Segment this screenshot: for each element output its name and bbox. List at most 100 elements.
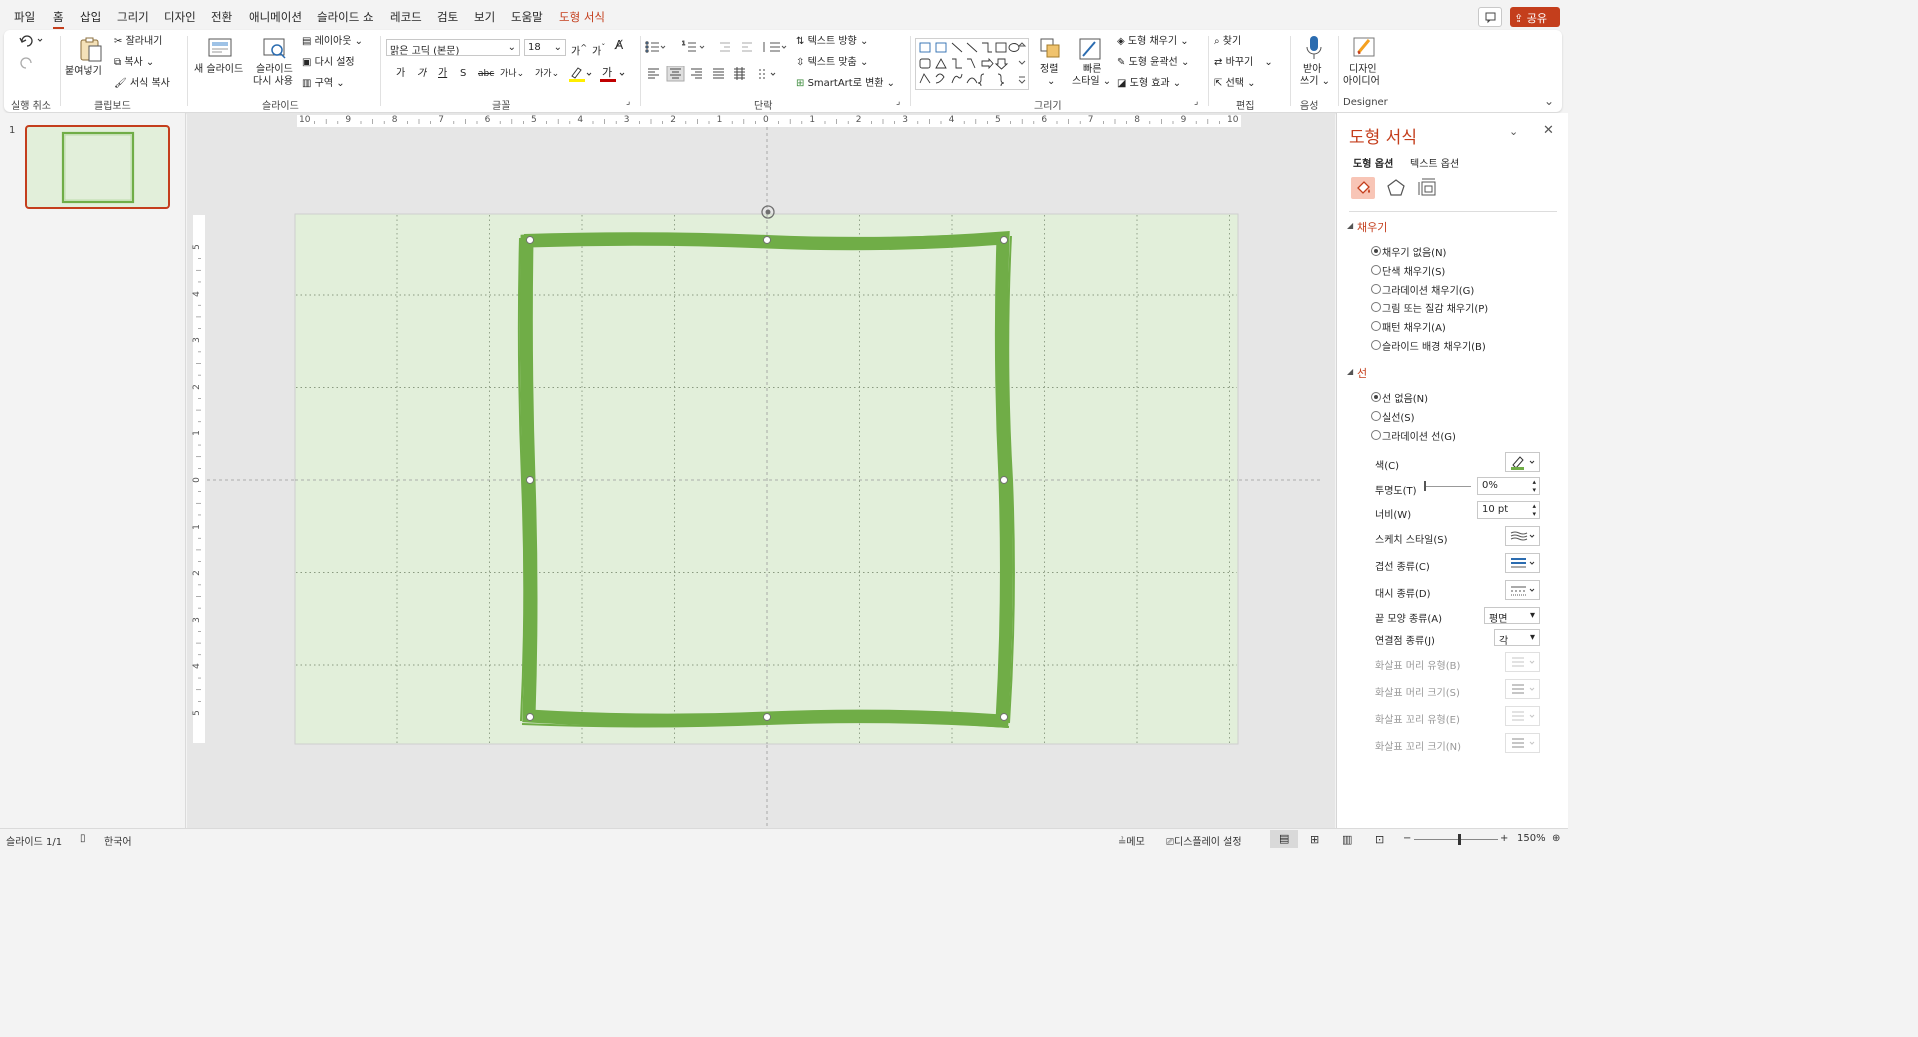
- slide-sorter-icon[interactable]: ⊞: [1310, 833, 1319, 846]
- slideshow-icon[interactable]: ⊡: [1375, 833, 1384, 846]
- shape-fill-button[interactable]: ◈ 도형 채우기 ⌄: [1117, 36, 1189, 48]
- char-spacing-button[interactable]: 가나⌄: [500, 68, 524, 80]
- dash-type-picker[interactable]: [1505, 580, 1540, 600]
- font-size-select[interactable]: 18 ⌄: [524, 39, 566, 56]
- italic-button[interactable]: 가: [417, 68, 426, 80]
- layout-button[interactable]: ▤ 레이아웃 ⌄: [302, 36, 363, 48]
- radio-label[interactable]: 선 없음(N): [1382, 390, 1428, 405]
- radio-button[interactable]: [1371, 392, 1381, 402]
- menu-insert[interactable]: 삽입: [80, 9, 101, 25]
- radio-button[interactable]: [1371, 302, 1381, 313]
- select-button[interactable]: ⇱ 선택 ⌄: [1214, 78, 1256, 90]
- spinner-icon[interactable]: ▴ ▾: [1532, 502, 1536, 518]
- radio-label[interactable]: 그라데이션 채우기(G): [1382, 282, 1474, 297]
- join-type-select[interactable]: 각 ▾: [1494, 629, 1540, 647]
- dialog-launcher-icon[interactable]: ⌟: [626, 97, 630, 107]
- menu-slideshow[interactable]: 슬라이드 쇼: [317, 9, 374, 25]
- shrink-font-button[interactable]: 가ˇ: [592, 41, 605, 58]
- zoom-level[interactable]: 150%: [1517, 833, 1546, 844]
- zoom-out-button[interactable]: −: [1403, 833, 1411, 844]
- replace-button[interactable]: ⇄ 바꾸기 ⌄: [1214, 57, 1273, 69]
- quick-styles-button[interactable]: 빠른 스타일 ⌄: [1072, 36, 1112, 94]
- radio-label[interactable]: 채우기 없음(N): [1382, 244, 1446, 259]
- shape-outline-button[interactable]: ✎ 도형 윤곽선 ⌄: [1117, 57, 1189, 69]
- menu-transitions[interactable]: 전환: [211, 9, 232, 25]
- radio-button[interactable]: [1371, 321, 1381, 332]
- copy-button[interactable]: ⧉ 복사 ⌄: [114, 57, 154, 69]
- menu-help[interactable]: 도움말: [511, 9, 543, 25]
- bold-button[interactable]: 가: [396, 68, 405, 80]
- radio-button[interactable]: [1371, 340, 1381, 350]
- change-case-button[interactable]: 가가⌄: [535, 68, 559, 80]
- reuse-slides-button[interactable]: 슬라이드 다시 사용: [252, 36, 298, 92]
- collapse-triangle-icon[interactable]: ◢: [1347, 367, 1353, 376]
- normal-view-button[interactable]: ▤: [1270, 830, 1298, 848]
- font-name-select[interactable]: 맑은 고딕 (본문) ⌄: [386, 39, 520, 57]
- spinner-icon[interactable]: ▴ ▾: [1532, 478, 1536, 494]
- end-arrow-type-picker[interactable]: [1505, 706, 1540, 726]
- cap-type-select[interactable]: 평면 ▾: [1484, 607, 1540, 625]
- display-settings-button[interactable]: ⎚디스플레이 설정: [1166, 833, 1242, 848]
- radio-label[interactable]: 실선(S): [1382, 409, 1415, 424]
- shapes-gallery[interactable]: [915, 38, 1029, 90]
- radio-label[interactable]: 슬라이드 배경 채우기(B): [1382, 338, 1486, 353]
- radio-button[interactable]: [1371, 429, 1381, 440]
- designer-button[interactable]: 디자인 아이디어: [1342, 34, 1388, 94]
- font-color-button[interactable]: 가: [598, 65, 626, 86]
- fill-line-tab[interactable]: [1351, 177, 1375, 199]
- compound-type-picker[interactable]: [1505, 553, 1540, 573]
- section-button[interactable]: ▥ 구역 ⌄: [302, 78, 345, 90]
- slide[interactable]: [294, 213, 1239, 745]
- size-properties-tab[interactable]: [1417, 177, 1439, 202]
- dialog-launcher-icon[interactable]: ⌟: [1194, 97, 1198, 107]
- fit-to-window-icon[interactable]: ⊕: [1552, 833, 1560, 844]
- collapse-triangle-icon[interactable]: ◢: [1347, 221, 1353, 230]
- menu-shape-format[interactable]: 도형 서식: [559, 9, 605, 25]
- undo-button[interactable]: [18, 34, 44, 51]
- menu-record[interactable]: 레코드: [390, 9, 422, 25]
- sketch-style-picker[interactable]: [1505, 526, 1540, 546]
- highlight-button[interactable]: [567, 65, 593, 86]
- cut-button[interactable]: ✂ 잘라내기: [114, 36, 162, 48]
- radio-button[interactable]: [1371, 264, 1381, 275]
- redo-button[interactable]: [18, 56, 38, 73]
- radio-label[interactable]: 패턴 채우기(A): [1382, 319, 1446, 334]
- smartart-button[interactable]: ⊞ SmartArt로 변환 ⌄: [796, 78, 895, 90]
- transparency-slider-thumb[interactable]: [1424, 481, 1426, 491]
- pane-options-chevron-icon[interactable]: ⌄: [1509, 125, 1518, 138]
- radio-label[interactable]: 그림 또는 질감 채우기(P): [1382, 300, 1488, 315]
- begin-arrow-type-picker[interactable]: [1505, 652, 1540, 672]
- fill-section-header[interactable]: 채우기: [1357, 219, 1387, 235]
- collapse-ribbon-chevron-icon[interactable]: ⌄: [1544, 94, 1554, 108]
- notes-button[interactable]: ≟메모: [1118, 833, 1145, 848]
- effects-tab[interactable]: [1385, 177, 1407, 202]
- dictate-button[interactable]: 받아 쓰기 ⌄: [1296, 34, 1332, 94]
- menu-home[interactable]: 홈: [53, 9, 64, 29]
- transparency-slider[interactable]: [1425, 486, 1471, 487]
- accessibility-icon[interactable]: ▯: [80, 833, 86, 844]
- menu-review[interactable]: 검토: [437, 9, 458, 25]
- reset-button[interactable]: ▣ 다시 설정: [302, 57, 355, 69]
- comments-button[interactable]: [1478, 7, 1502, 27]
- align-text-button[interactable]: ⇳ 텍스트 맞춤 ⌄: [796, 57, 868, 69]
- underline-button[interactable]: 가: [438, 68, 447, 80]
- zoom-slider-thumb[interactable]: [1458, 834, 1462, 845]
- menu-file[interactable]: 파일: [14, 9, 35, 25]
- menu-draw[interactable]: 그리기: [117, 9, 149, 25]
- zoom-slider[interactable]: [1414, 839, 1498, 840]
- shadow-button[interactable]: S: [460, 68, 466, 80]
- transparency-input[interactable]: 0% ▴ ▾: [1477, 477, 1540, 495]
- line-section-header[interactable]: 선: [1357, 365, 1367, 381]
- dialog-launcher-icon[interactable]: ⌟: [896, 97, 900, 107]
- find-button[interactable]: ⌕ 찾기: [1214, 36, 1241, 48]
- shape-effects-button[interactable]: ◪ 도형 효과 ⌄: [1117, 78, 1181, 90]
- tab-text-options[interactable]: 텍스트 옵션: [1410, 155, 1459, 170]
- arrange-button[interactable]: 정렬 ⌄: [1034, 36, 1070, 92]
- radio-label[interactable]: 그라데이션 선(G): [1382, 428, 1456, 443]
- language-indicator[interactable]: 한국어: [104, 833, 132, 848]
- line-color-picker[interactable]: [1505, 452, 1540, 472]
- menu-animations[interactable]: 애니메이션: [249, 9, 302, 25]
- share-button[interactable]: ⇪ 공유: [1510, 7, 1560, 27]
- radio-button[interactable]: [1371, 410, 1381, 421]
- grow-font-button[interactable]: 가^: [571, 41, 587, 58]
